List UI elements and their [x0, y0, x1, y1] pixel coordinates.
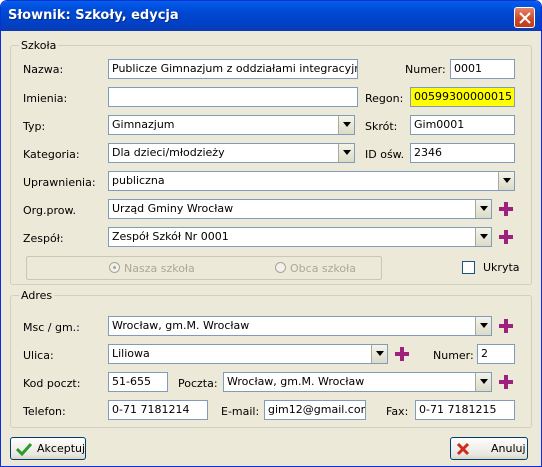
id-osw-field[interactable]: 2346 [410, 143, 515, 163]
close-icon [519, 12, 531, 24]
email-label: E-mail: [221, 405, 260, 418]
chevron-down-icon [503, 178, 511, 183]
city-select[interactable]: Wrocław, gm.M. Wrocław [108, 316, 492, 336]
plus-icon [499, 202, 513, 216]
name-field[interactable]: Publicze Gimnazjum z oddziałami integrac… [108, 59, 358, 79]
hidden-checkbox[interactable] [462, 261, 475, 274]
check-icon [16, 442, 32, 456]
orgprow-select-value: Urząd Gminy Wrocław [112, 202, 234, 215]
post-office-label: Poczta: [178, 377, 218, 390]
radio-our-school[interactable] [109, 262, 120, 273]
fax-label: Fax: [386, 405, 409, 418]
category-label: Kategoria: [23, 148, 80, 161]
accept-button[interactable]: Akceptuj [10, 437, 86, 460]
post-office-select-arrow[interactable] [475, 373, 491, 391]
plus-icon [499, 375, 513, 389]
plus-icon [499, 319, 513, 333]
chevron-down-icon [480, 379, 488, 384]
type-select[interactable]: Gimnazjum [108, 115, 355, 135]
street-select-value: Liliowa [112, 347, 150, 360]
post-office-select[interactable]: Wrocław, gm.M. Wrocław [223, 372, 492, 392]
name-label: Nazwa: [23, 63, 64, 76]
fax-field[interactable]: 0-71 7181215 [415, 400, 515, 420]
imienia-field[interactable] [108, 87, 358, 107]
add-zespol-button[interactable] [496, 227, 516, 247]
zespol-select-value: Zespół Szkół Nr 0001 [112, 230, 229, 243]
plus-icon [499, 230, 513, 244]
zespol-select[interactable]: Zespół Szkół Nr 0001 [108, 227, 492, 247]
imienia-label: Imienia: [23, 92, 68, 105]
add-post-office-button[interactable] [496, 372, 516, 392]
school-origin-radio-group: Nasza szkoła Obca szkoła [26, 256, 382, 280]
rights-select-arrow[interactable] [498, 172, 514, 190]
chevron-down-icon [343, 122, 351, 127]
address-group: Adres Msc / gm.: Wrocław, gm.M. Wrocław … [10, 289, 532, 428]
chevron-down-icon [480, 206, 488, 211]
city-label: Msc / gm.: [23, 321, 80, 334]
orgprow-select-arrow[interactable] [475, 200, 491, 218]
regon-label: Regon: [365, 92, 404, 105]
zespol-select-arrow[interactable] [475, 228, 491, 246]
add-city-button[interactable] [496, 316, 516, 336]
type-select-arrow[interactable] [338, 116, 354, 134]
x-icon [456, 442, 470, 456]
city-select-value: Wrocław, gm.M. Wrocław [112, 319, 250, 332]
type-label: Typ: [23, 120, 46, 133]
plus-icon [395, 347, 409, 361]
zespol-label: Zespół: [23, 232, 64, 245]
close-button[interactable] [514, 7, 535, 28]
radio-other-school[interactable] [275, 262, 286, 273]
dialog-window: Słownik: Szkoły, edycja Szkoła Nazwa: Pu… [0, 0, 542, 467]
orgprow-select[interactable]: Urząd Gminy Wrocław [108, 199, 492, 219]
dialog-body: Szkoła Nazwa: Publicze Gimnazjum z oddzi… [4, 31, 538, 464]
house-number-label: Numer: [433, 349, 474, 362]
radio-other-school-label: Obca szkoła [290, 262, 357, 275]
chevron-down-icon [343, 150, 351, 155]
postcode-field[interactable]: 51-655 [108, 372, 168, 392]
phone-label: Telefon: [23, 405, 66, 418]
chevron-down-icon [480, 234, 488, 239]
regon-field[interactable]: 00599300000015 [410, 87, 515, 107]
orgprow-label: Org.prow. [23, 204, 76, 217]
category-select-value: Dla dzieci/młodzieży [112, 146, 225, 159]
school-group-legend: Szkoła [19, 39, 59, 52]
rights-select-value: publiczna [112, 174, 165, 187]
category-select-arrow[interactable] [338, 144, 354, 162]
title-bar[interactable]: Słownik: Szkoły, edycja [1, 1, 541, 31]
address-group-legend: Adres [19, 289, 55, 302]
rights-select[interactable]: publiczna [108, 171, 515, 191]
skrot-field[interactable]: Gim0001 [410, 115, 515, 135]
window-title: Słownik: Szkoły, edycja [8, 8, 179, 23]
chevron-down-icon [480, 323, 488, 328]
cancel-button-label: Anuluj [491, 442, 526, 455]
id-osw-label: ID ośw. [365, 148, 405, 161]
street-select-arrow[interactable] [371, 345, 387, 363]
number-field[interactable]: 0001 [450, 59, 515, 79]
rights-label: Uprawnienia: [23, 176, 96, 189]
add-street-button[interactable] [392, 344, 412, 364]
number-label: Numer: [405, 63, 446, 76]
skrot-label: Skrót: [365, 120, 398, 133]
street-label: Ulica: [23, 349, 54, 362]
chevron-down-icon [376, 351, 384, 356]
house-number-field[interactable]: 2 [477, 344, 515, 364]
postcode-label: Kod poczt: [23, 377, 81, 390]
type-select-value: Gimnazjum [112, 118, 175, 131]
school-group: Szkoła Nazwa: Publicze Gimnazjum z oddzi… [10, 39, 532, 285]
street-select[interactable]: Liliowa [108, 344, 388, 364]
cancel-button[interactable]: Anuluj [450, 437, 528, 460]
post-office-select-value: Wrocław, gm.M. Wrocław [227, 375, 365, 388]
city-select-arrow[interactable] [475, 317, 491, 335]
phone-field[interactable]: 0-71 7181214 [108, 400, 208, 420]
category-select[interactable]: Dla dzieci/młodzieży [108, 143, 355, 163]
hidden-checkbox-label: Ukryta [483, 261, 520, 274]
accept-button-label: Akceptuj [37, 442, 86, 455]
email-field[interactable]: gim12@gmail.com [264, 400, 366, 420]
radio-our-school-label: Nasza szkoła [124, 262, 195, 275]
add-orgprow-button[interactable] [496, 199, 516, 219]
